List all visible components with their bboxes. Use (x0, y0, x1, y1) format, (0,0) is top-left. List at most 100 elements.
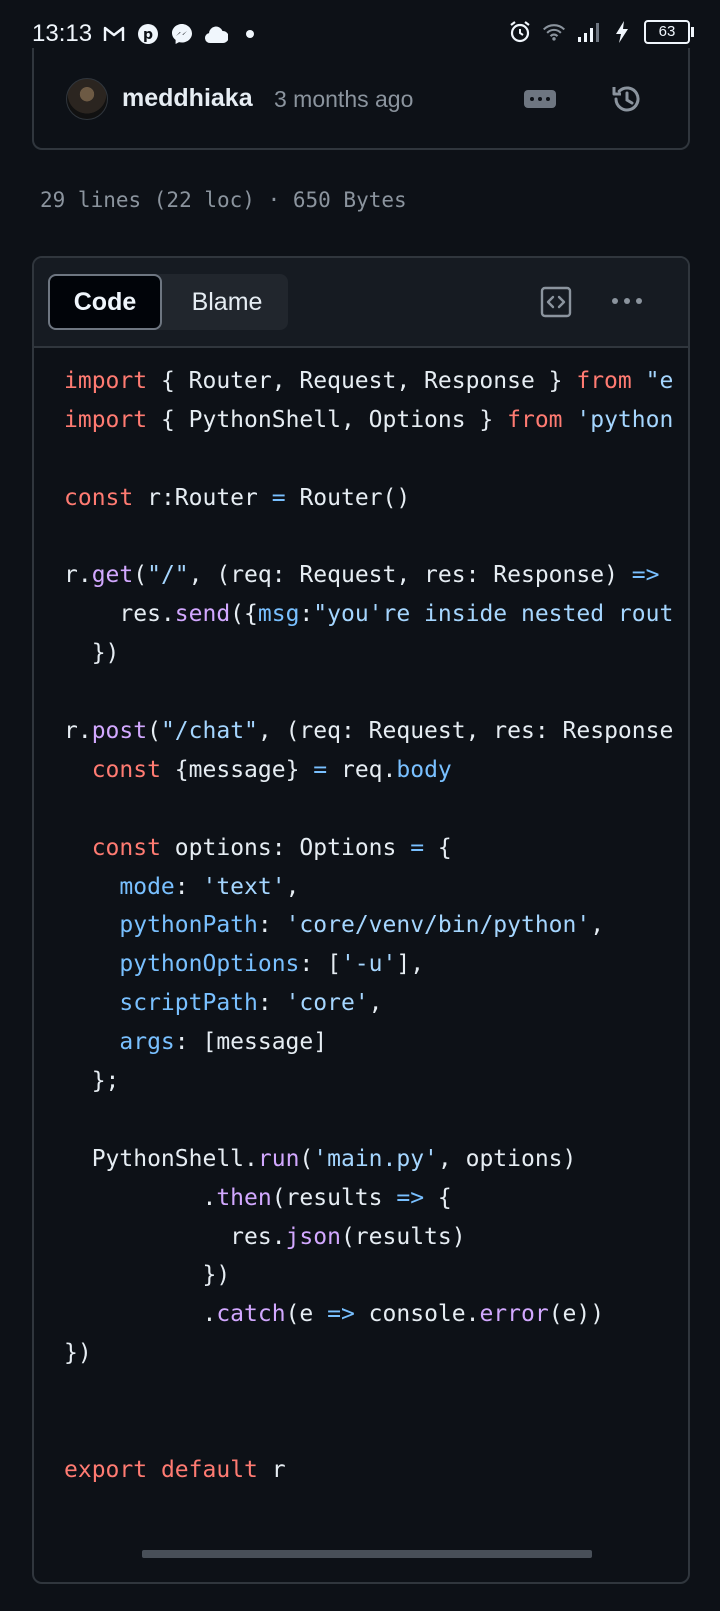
code-token: post (91, 718, 148, 745)
code-token: : (299, 601, 314, 628)
avatar[interactable] (66, 78, 108, 120)
code-token: console. (354, 1301, 480, 1328)
code-token: r. (64, 562, 92, 589)
tab-code[interactable]: Code (48, 274, 162, 330)
code-line: args: [message] (64, 1023, 688, 1062)
charging-icon (610, 20, 634, 44)
code-token: scriptPath (119, 990, 258, 1017)
code-line: }) (64, 634, 688, 673)
code-line: const r:Router = Router() (64, 479, 688, 518)
code-line: res.json(results) (64, 1218, 688, 1257)
code-token: , options) (437, 1145, 577, 1172)
code-line: r.post("/chat", (req: Request, res: Resp… (64, 712, 688, 751)
code-token: 'main.py' (313, 1145, 438, 1172)
commit-details-button[interactable] (524, 90, 556, 108)
code-line: res.send({msg:"you're inside nested rout (64, 595, 688, 634)
code-token: = (271, 484, 286, 511)
code-line: mode: 'text', (64, 868, 688, 907)
notification-icons: p (102, 22, 262, 46)
file-info: 29 lines (22 loc) · 650 Bytes (40, 188, 407, 212)
code-token: res. (64, 1223, 286, 1250)
code-token: : (257, 912, 286, 939)
system-icons: 63 (508, 20, 694, 44)
ellipsis-dot (624, 298, 630, 304)
code-content[interactable]: import { Router, Request, Response } fro… (64, 362, 688, 1490)
history-icon[interactable] (610, 82, 644, 116)
code-token: 'core' (285, 990, 369, 1017)
status-time: 13:13 (32, 20, 93, 47)
code-token: , (req: Request, res: Response) (188, 562, 632, 589)
code-viewer-header: Code Blame (34, 258, 688, 348)
code-token: msg (257, 601, 300, 628)
code-token: , (368, 990, 383, 1017)
code-token: import (64, 406, 148, 433)
commit-author[interactable]: meddhiaka (122, 84, 253, 113)
code-token: from (507, 406, 563, 433)
more-options-icon[interactable] (612, 298, 642, 304)
code-line: pythonOptions: ['-u'], (64, 945, 688, 984)
code-token: args (119, 1029, 175, 1056)
code-token: "/chat" (160, 718, 258, 745)
code-token: ], (396, 951, 425, 978)
code-token: , (285, 873, 300, 900)
code-line: const options: Options = { (64, 829, 688, 868)
code-token: }) (64, 1262, 231, 1289)
horizontal-scrollbar[interactable] (142, 1550, 592, 1558)
code-token: : [message] (174, 1029, 328, 1056)
tab-blame[interactable]: Blame (166, 274, 288, 330)
code-token: catch (216, 1301, 286, 1328)
code-token: run (257, 1145, 300, 1172)
svg-text:p: p (143, 27, 153, 43)
code-token: send (174, 601, 231, 628)
code-token: get (91, 562, 134, 589)
code-token: ( (147, 718, 161, 745)
code-token: : (174, 873, 203, 900)
code-token: 'python (576, 406, 674, 433)
code-line: r.get("/", (req: Request, res: Response)… (64, 556, 688, 595)
code-line: }) (64, 1334, 688, 1373)
code-line: const {message} = req.body (64, 751, 688, 790)
code-token: { (424, 834, 452, 861)
signal-icon (576, 20, 600, 44)
battery-indicator: 63 (644, 20, 694, 44)
wifi-icon (542, 20, 566, 44)
code-token: from (576, 368, 632, 394)
code-token: , (590, 912, 605, 939)
messenger-icon (170, 22, 194, 46)
code-token: res. (64, 601, 175, 628)
code-line: export default r (64, 1451, 688, 1490)
code-token: r:Router (133, 484, 272, 511)
code-token: { PythonShell, Options } (147, 406, 508, 433)
code-token: ( (299, 1145, 314, 1172)
code-line: .then(results => { (64, 1179, 688, 1218)
code-token: then (216, 1184, 272, 1211)
code-token: 'core/venv/bin/python' (285, 912, 591, 939)
code-line: import { Router, Request, Response } fro… (64, 362, 688, 401)
code-token: Router() (285, 484, 411, 511)
code-line: PythonShell.run('main.py', options) (64, 1140, 688, 1179)
code-icon[interactable] (540, 286, 572, 318)
code-token: ({ (230, 601, 258, 628)
code-token: : [ (299, 951, 341, 978)
code-token: "/" (147, 562, 189, 589)
code-token: (e)) (548, 1301, 605, 1328)
code-token: default (160, 1456, 258, 1483)
code-token: }; (64, 1068, 120, 1095)
cloud-app-icon (204, 22, 228, 46)
code-token: pythonOptions (119, 951, 300, 978)
code-token: "e (645, 368, 674, 394)
code-token: r. (64, 718, 92, 745)
